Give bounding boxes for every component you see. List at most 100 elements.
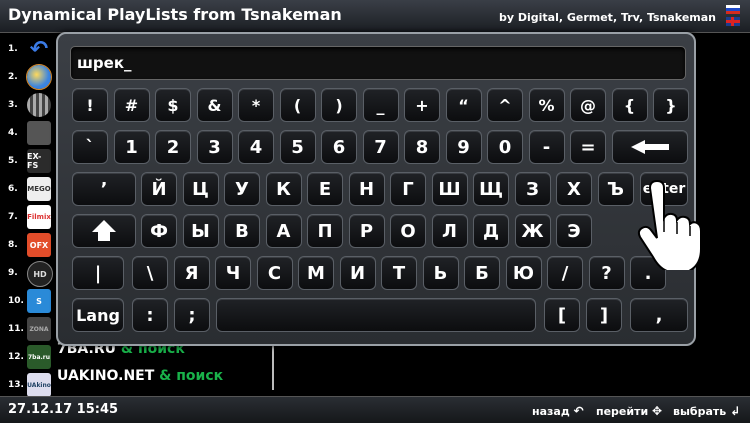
key-10[interactable]: ^	[487, 88, 523, 122]
key-row4-12[interactable]: ?	[588, 256, 625, 290]
key-letter-11[interactable]: Х	[556, 172, 592, 206]
key-digit-1[interactable]: 1	[113, 130, 150, 164]
key-letter-row3-4[interactable]: П	[307, 214, 343, 248]
key-6[interactable]: )	[321, 88, 357, 122]
key-letter-12[interactable]: Ъ	[597, 172, 634, 206]
key-letter-row3-8[interactable]: Д	[473, 214, 509, 248]
key-letter-row3-3[interactable]: А	[265, 214, 302, 248]
key-digit-8[interactable]: 8	[404, 130, 440, 164]
list-item[interactable]: 11. ZONA	[0, 316, 60, 342]
russian-flag-icon[interactable]	[726, 5, 740, 14]
key-digit-5[interactable]: 5	[279, 130, 316, 164]
list-item[interactable]: 6. MEGO	[0, 176, 60, 202]
key-apostrophe[interactable]: ’	[72, 172, 136, 206]
search-input[interactable]: шрек_	[70, 46, 686, 80]
key-letter-6[interactable]: Н	[348, 172, 385, 206]
uakino-icon: UAkino	[27, 373, 51, 397]
key-digit-12[interactable]: =	[570, 130, 606, 164]
key-letter-row3-9[interactable]: Ж	[514, 214, 551, 248]
key-digit-6[interactable]: 6	[321, 130, 357, 164]
key-letter-row3-2[interactable]: В	[224, 214, 260, 248]
key-3[interactable]: &	[196, 88, 233, 122]
list-item[interactable]: 12. 7ba.ru	[0, 344, 60, 370]
key-digit-4[interactable]: 4	[238, 130, 274, 164]
key-row4-4[interactable]: С	[256, 256, 293, 290]
list-item[interactable]: 3.	[0, 92, 60, 118]
key-letter-5[interactable]: Е	[307, 172, 343, 206]
key-letter-row3-0[interactable]: Ф	[141, 214, 177, 248]
key-digit-10[interactable]: 0	[487, 130, 523, 164]
key-letter-row3-7[interactable]: Л	[431, 214, 468, 248]
list-item[interactable]: 10. S	[0, 288, 60, 314]
key-9[interactable]: “	[445, 88, 482, 122]
key-comma[interactable]: ,	[630, 298, 688, 332]
key-digit-2[interactable]: 2	[155, 130, 191, 164]
scrollbar[interactable]	[272, 340, 274, 390]
list-item[interactable]: 9. HD	[0, 260, 60, 287]
key-colon[interactable]: :	[132, 298, 168, 332]
list-item-uakino-label[interactable]: UAKINO.NET & поиск	[57, 368, 223, 384]
key-7[interactable]: _	[362, 88, 399, 122]
mask-icon	[27, 121, 51, 145]
key-letter-row3-5[interactable]: Р	[348, 214, 385, 248]
key-letter-8[interactable]: Ш	[431, 172, 468, 206]
key-row4-8[interactable]: Ь	[422, 256, 459, 290]
key-bracket-close[interactable]: ]	[586, 298, 622, 332]
key-letter-row3-6[interactable]: О	[390, 214, 426, 248]
key-letter-10[interactable]: З	[514, 172, 551, 206]
key-4[interactable]: *	[238, 88, 274, 122]
key-letter-2[interactable]: Ц	[182, 172, 219, 206]
list-item[interactable]: 7. Filmix	[0, 204, 60, 230]
key-digit-7[interactable]: 7	[362, 130, 399, 164]
key-digit-0[interactable]: `	[72, 130, 108, 164]
key-12[interactable]: @	[570, 88, 606, 122]
key-row4-2[interactable]: Я	[173, 256, 210, 290]
key-0[interactable]: !	[72, 88, 108, 122]
key-letter-9[interactable]: Щ	[473, 172, 509, 206]
key-letter-row3-10[interactable]: Э	[556, 214, 592, 248]
7ba-icon: 7ba.ru	[27, 345, 51, 369]
key-letter-3[interactable]: У	[224, 172, 260, 206]
key-letter-row3-1[interactable]: Ы	[182, 214, 219, 248]
list-item[interactable]: 1. ↶	[0, 36, 60, 62]
key-letter-7[interactable]: Г	[390, 172, 426, 206]
list-item[interactable]: 8. OFX	[0, 232, 60, 258]
key-letter-1[interactable]: Й	[141, 172, 177, 206]
backspace-key[interactable]	[612, 130, 688, 164]
key-5[interactable]: (	[279, 88, 316, 122]
list-item[interactable]: 13. UAkino	[0, 372, 60, 398]
key-row4-11[interactable]: /	[547, 256, 583, 290]
key-1[interactable]: #	[113, 88, 150, 122]
key-letter-4[interactable]: К	[265, 172, 302, 206]
key-row4-1[interactable]: \	[132, 256, 168, 290]
lang-key[interactable]: Lang	[72, 298, 124, 332]
key-row4-5[interactable]: М	[298, 256, 334, 290]
key-row4-7[interactable]: Т	[381, 256, 417, 290]
hd-icon: HD	[27, 261, 53, 287]
key-digit-3[interactable]: 3	[196, 130, 233, 164]
key-row4-3[interactable]: Ч	[215, 256, 251, 290]
list-item[interactable]: 4.	[0, 120, 60, 146]
back-button[interactable]: назад ↶	[532, 404, 584, 418]
space-key[interactable]	[216, 298, 536, 332]
key-digit-9[interactable]: 9	[445, 130, 482, 164]
shift-key[interactable]	[72, 214, 136, 248]
list-item[interactable]: 5. EX-FS	[0, 148, 60, 174]
key-2[interactable]: $	[155, 88, 191, 122]
key-row4-10[interactable]: Ю	[505, 256, 542, 290]
list-item[interactable]: 2.	[0, 64, 60, 90]
key-row4-6[interactable]: И	[339, 256, 376, 290]
uk-flag-icon[interactable]	[726, 17, 740, 26]
key-digit-11[interactable]: -	[528, 130, 565, 164]
select-button[interactable]: выбрать ↲	[673, 404, 740, 418]
key-bracket-open[interactable]: [	[544, 298, 580, 332]
key-11[interactable]: %	[528, 88, 565, 122]
key-row4-9[interactable]: Б	[464, 256, 500, 290]
key-8[interactable]: +	[404, 88, 440, 122]
undo-icon: ↶	[573, 404, 584, 418]
key-13[interactable]: {	[611, 88, 648, 122]
key-14[interactable]: }	[653, 88, 689, 122]
navigate-button[interactable]: перейти ✥	[596, 404, 662, 418]
key-pipe[interactable]: |	[72, 256, 124, 290]
key-semicolon[interactable]: ;	[174, 298, 210, 332]
